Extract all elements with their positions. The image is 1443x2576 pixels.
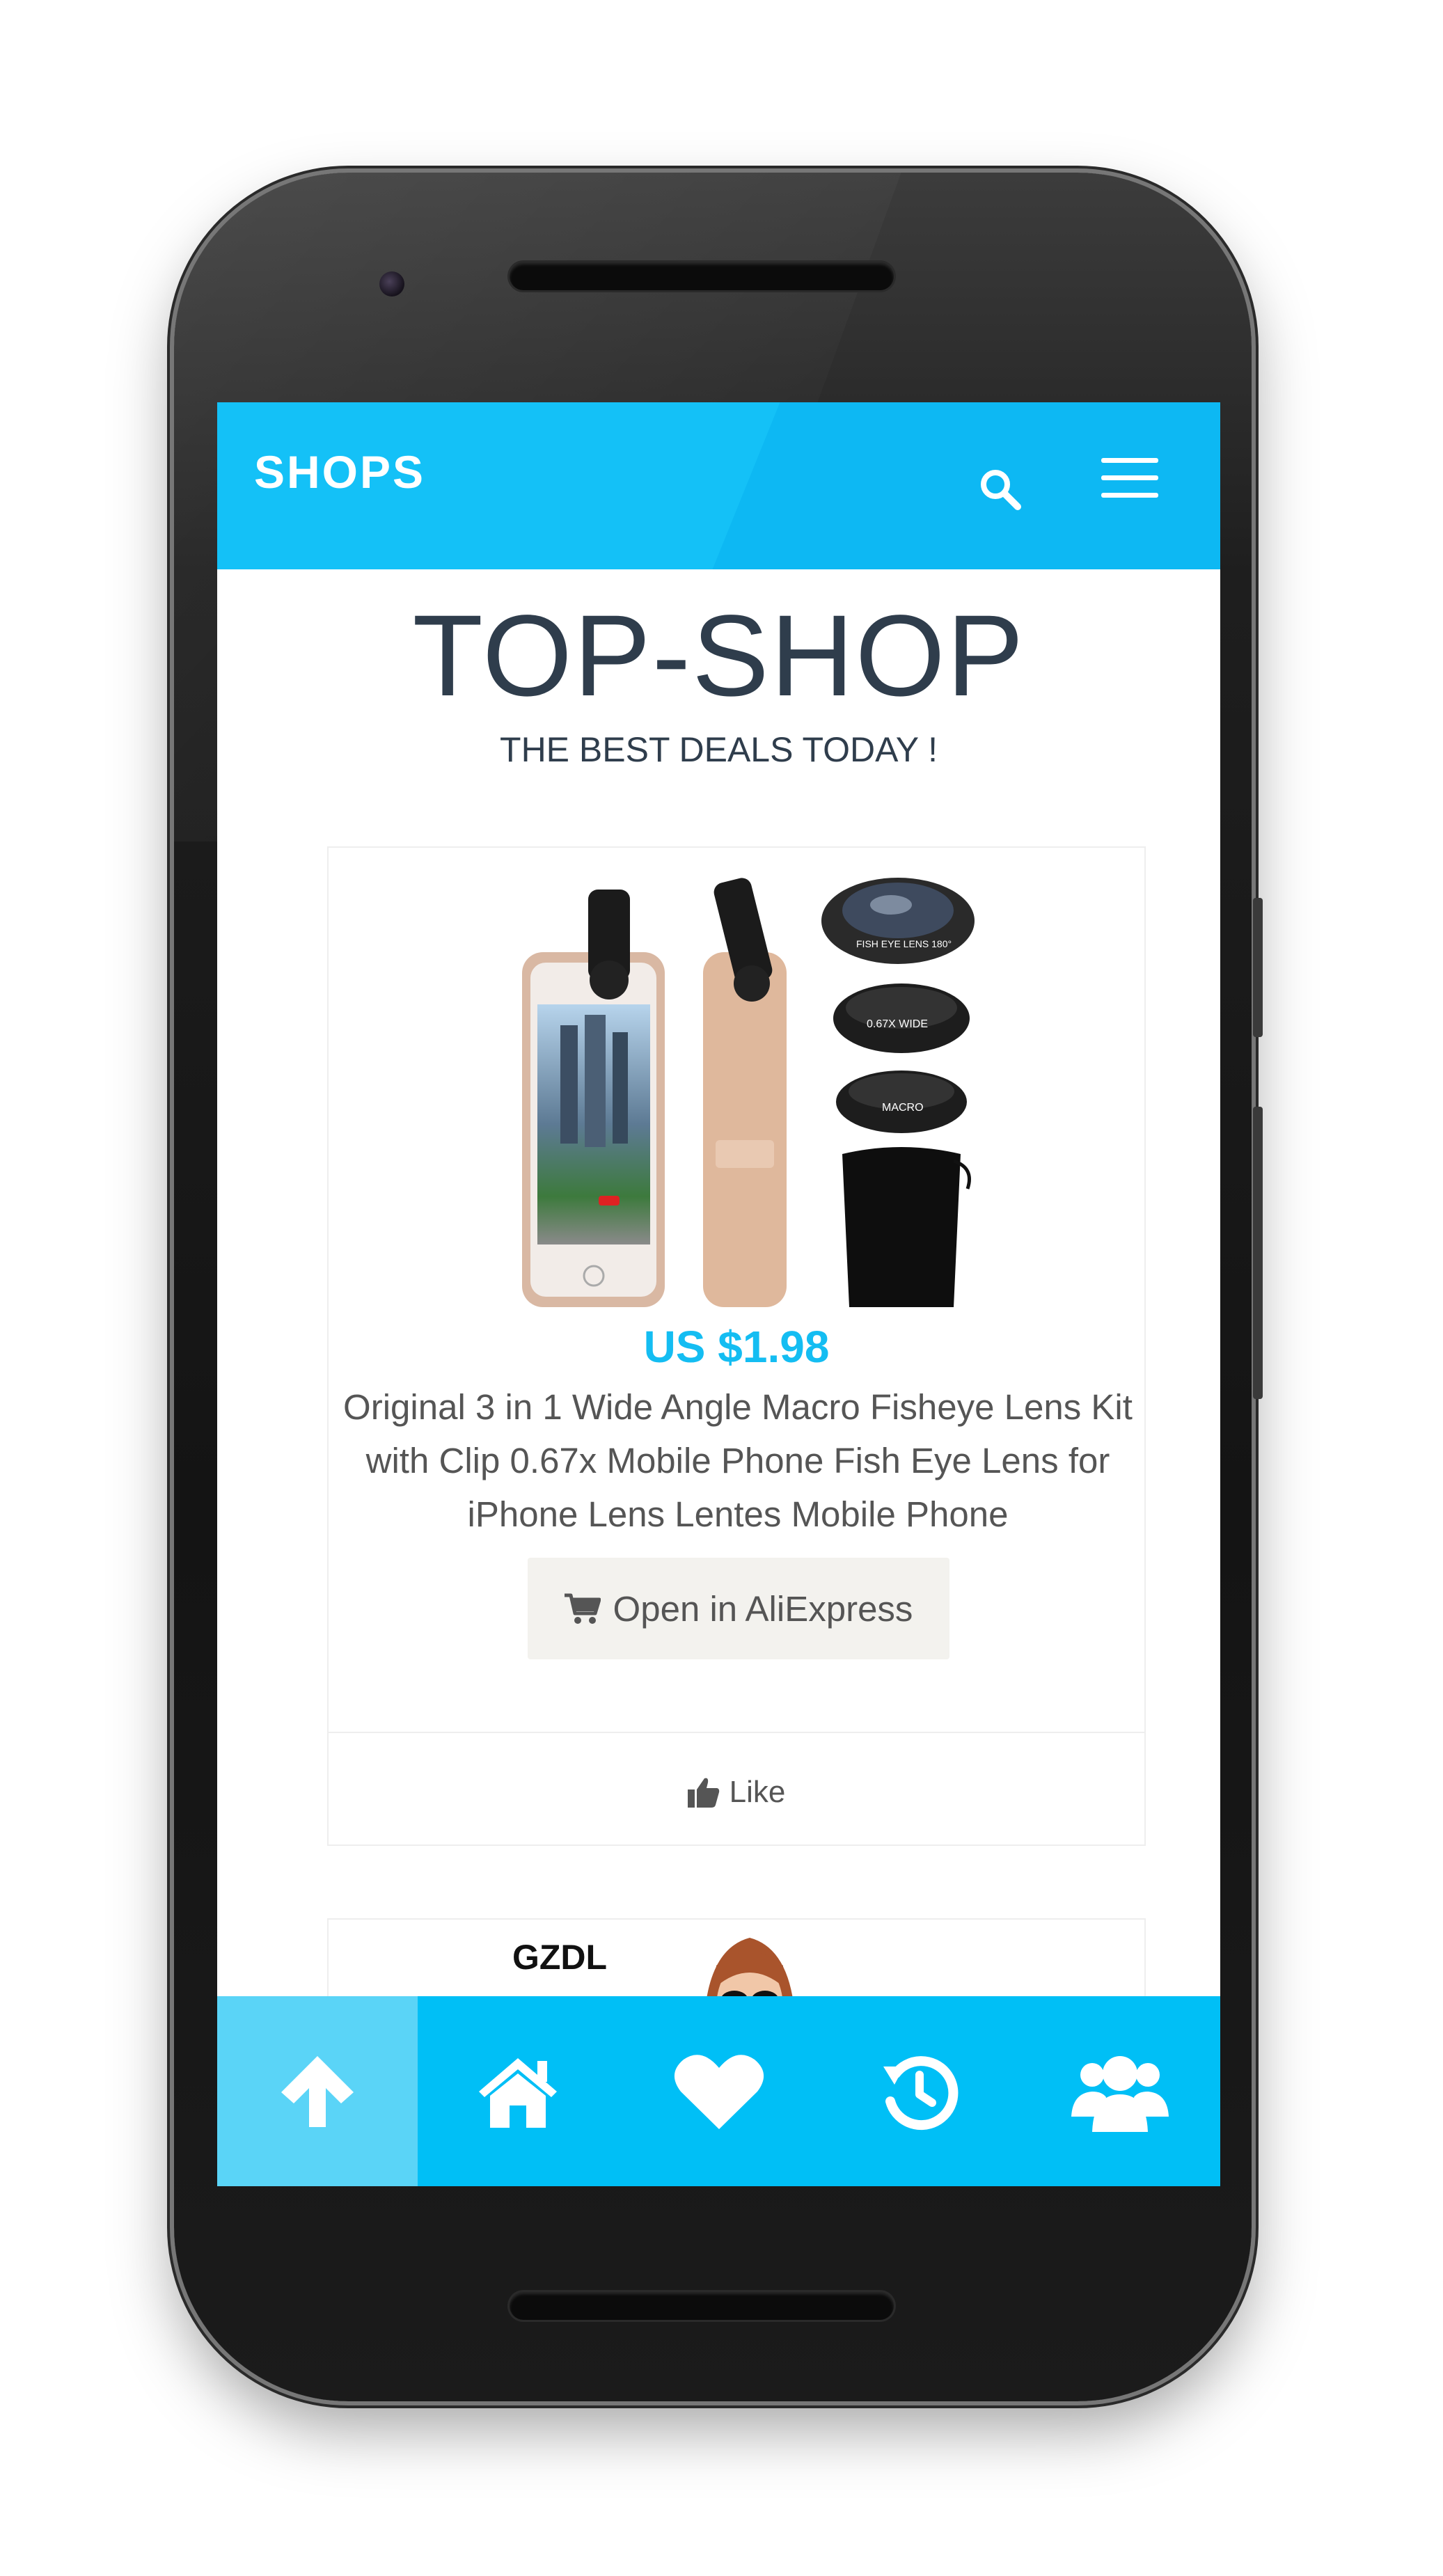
users-icon [1071,2055,1169,2132]
bottom-navigation [217,1996,1220,2186]
like-label: Like [729,1775,786,1809]
page-title: TOP-SHOP [412,592,1025,720]
app-screen: SHOPS TOP-SHOP THE BEST DEALS TODAY ! FI… [217,402,1220,2186]
nav-favorites[interactable] [618,1996,819,2186]
like-button[interactable]: Like [329,1761,1144,1824]
phone-top-speaker [510,262,894,290]
hamburger-menu-icon[interactable] [1101,457,1158,500]
front-camera [379,271,404,297]
page-subtitle: THE BEST DEALS TODAY ! [500,730,938,769]
home-icon [479,2057,558,2128]
open-in-aliexpress-label: Open in AliExpress [613,1588,913,1629]
fisheye-lens-label: FISH EYE LENS 180° [856,938,952,949]
nav-scroll-top[interactable] [217,1996,418,2186]
phone-side-button-top [1253,898,1263,1037]
history-icon [883,2055,959,2130]
cart-icon [564,1593,601,1624]
product-description: Original 3 in 1 Wide Angle Macro Fisheye… [343,1387,1133,1534]
nav-community[interactable] [1020,1996,1220,2186]
product-price: US $1.98 [643,1322,830,1372]
thumbs-up-icon [687,1778,719,1808]
product-image[interactable]: FISH EYE LENS 180° 0.67X WIDE MACRO [494,862,981,1307]
macro-lens-label: MACRO [882,1102,924,1114]
search-icon[interactable] [976,465,1025,514]
card-divider [329,1732,1144,1733]
product-card: FISH EYE LENS 180° 0.67X WIDE MACRO US $… [327,846,1146,1846]
nav-home[interactable] [418,1996,618,2186]
wide-lens-label: 0.67X WIDE [867,1018,928,1030]
brand-title: SHOPS [254,446,426,498]
app-bar: SHOPS [217,402,1220,569]
phone-bottom-speaker [510,2292,894,2320]
heart-icon [674,2054,764,2129]
phone-side-button-bottom [1253,1107,1263,1399]
arrow-up-icon [281,2055,354,2127]
product-brand: GZDL [512,1938,608,1977]
open-in-aliexpress-button[interactable]: Open in AliExpress [528,1558,949,1659]
nav-history[interactable] [819,1996,1020,2186]
